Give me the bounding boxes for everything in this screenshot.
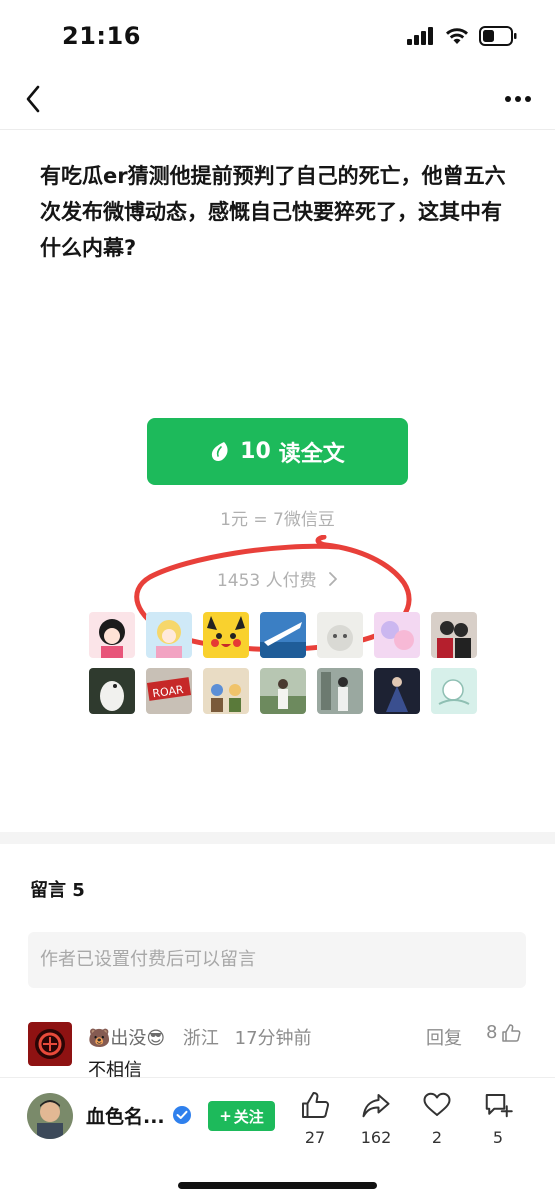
payer-avatar xyxy=(317,668,363,714)
payer-avatar xyxy=(260,668,306,714)
payer-avatar: ROAR xyxy=(146,668,192,714)
author-avatar[interactable] xyxy=(27,1093,73,1139)
like-action[interactable]: 27 xyxy=(290,1088,340,1147)
payer-avatar xyxy=(431,668,477,714)
payer-avatar xyxy=(374,612,420,658)
payer-avatar xyxy=(203,668,249,714)
follow-button[interactable]: + 关注 xyxy=(208,1101,275,1131)
comment-like-count: 8 xyxy=(486,1022,498,1043)
exchange-rate-text: 1元 = 7微信豆 xyxy=(220,510,335,530)
payer-avatar xyxy=(374,668,420,714)
favorite-action[interactable]: 2 xyxy=(412,1088,462,1147)
back-button[interactable] xyxy=(18,82,48,116)
share-action[interactable]: 162 xyxy=(351,1088,401,1147)
commenter-location: 浙江 xyxy=(182,1028,219,1049)
payer-avatar xyxy=(260,612,306,658)
more-dots-icon xyxy=(505,96,531,102)
like-count: 27 xyxy=(304,1128,326,1147)
pay-amount: 10 xyxy=(240,439,271,464)
payer-avatar xyxy=(146,612,192,658)
more-button[interactable] xyxy=(503,84,533,114)
comments-header: 留言 5 xyxy=(30,880,85,901)
share-icon xyxy=(362,1094,390,1118)
comment-like-button[interactable]: 8 xyxy=(486,1022,521,1043)
pay-button-label: 读全文 xyxy=(278,441,345,467)
payer-avatar xyxy=(89,612,135,658)
commenter-nickname[interactable]: 🐻出没😎 xyxy=(88,1028,165,1049)
battery-icon xyxy=(479,26,517,46)
reply-button[interactable]: 回复 xyxy=(426,1024,462,1050)
home-indicator xyxy=(178,1182,377,1189)
article-title: 有吃瓜er猜测他提前预判了自己的死亡，他曾五六次发布微博动态，感慨自己快要猝死了… xyxy=(40,164,506,260)
payer-avatar xyxy=(431,612,477,658)
read-full-text-button[interactable]: 10 读全文 xyxy=(147,418,408,485)
chevron-left-icon xyxy=(26,85,40,113)
verified-icon xyxy=(173,1106,191,1124)
share-count: 162 xyxy=(360,1128,392,1147)
comment-action[interactable]: 5 xyxy=(473,1088,523,1147)
payer-avatar xyxy=(203,612,249,658)
payer-avatar xyxy=(317,612,363,658)
comment-input[interactable]: 作者已设置付费后可以留言 xyxy=(28,932,526,988)
author-name[interactable]: 血色名... xyxy=(86,1102,165,1129)
status-bar: 21:16 xyxy=(0,0,555,70)
thumbs-up-icon xyxy=(302,1092,330,1118)
comment-count: 5 xyxy=(492,1128,504,1147)
plus-icon: + xyxy=(219,1107,232,1125)
nav-bar xyxy=(0,70,555,130)
payer-avatar-grid: ROAR xyxy=(89,612,477,714)
wechat-bean-icon xyxy=(212,441,228,461)
heart-icon xyxy=(423,1092,451,1116)
commenter-avatar[interactable] xyxy=(28,1022,72,1066)
comment-meta: 🐻出没😎 浙江 17分钟前 xyxy=(88,1024,312,1050)
comment-time: 17分钟前 xyxy=(234,1028,312,1049)
payer-avatar xyxy=(89,668,135,714)
status-time: 21:16 xyxy=(62,22,141,50)
signal-icon xyxy=(407,27,433,45)
status-icons xyxy=(407,26,517,46)
bottom-bar: 血色名... + 关注 27 162 2 5 xyxy=(0,1077,555,1200)
section-divider xyxy=(0,832,555,844)
favorite-count: 2 xyxy=(431,1128,443,1147)
wifi-icon xyxy=(446,28,468,44)
thumbs-up-icon xyxy=(502,1023,521,1042)
comment-plus-icon xyxy=(485,1094,513,1118)
follow-label: 关注 xyxy=(233,1107,264,1126)
comment-item: 🐻出没😎 浙江 17分钟前 回复 8 不相信 xyxy=(28,1020,528,1081)
